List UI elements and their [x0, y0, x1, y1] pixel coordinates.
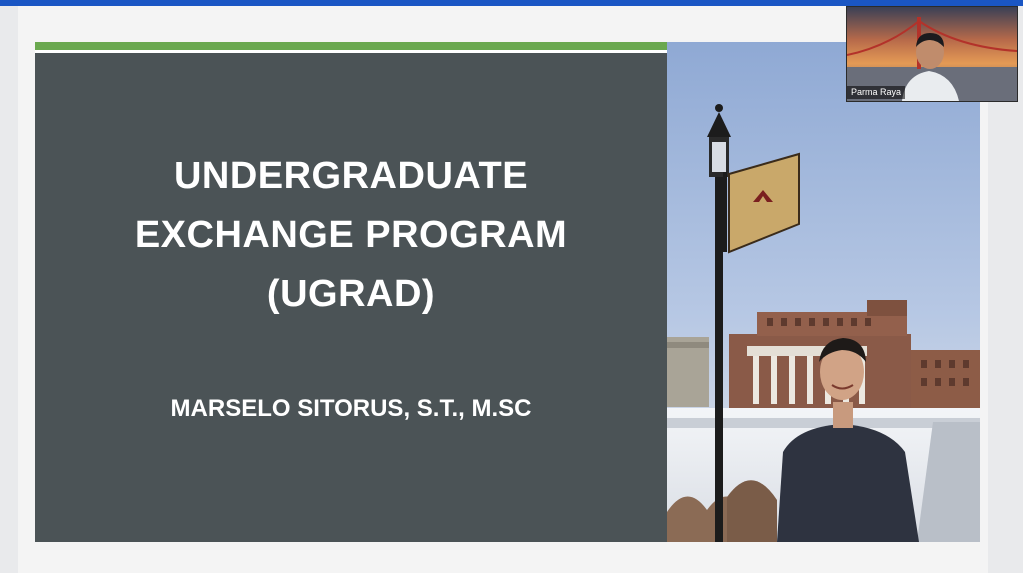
slide-accent-bar	[35, 42, 667, 50]
slide-title-line-2: EXCHANGE PROGRAM	[134, 214, 568, 256]
presentation-slide: UNDERGRADUATE EXCHANGE PROGRAM (UGRAD) M…	[35, 42, 980, 542]
slide-photo	[667, 42, 980, 542]
slide-title: UNDERGRADUATE EXCHANGE PROGRAM (UGRAD)	[35, 147, 667, 324]
presenter-name: MARSELO SITORUS, S.T., M.SC	[170, 395, 532, 422]
slide-title-line-3: (UGRAD)	[266, 273, 436, 315]
campus-photo-image	[667, 42, 980, 542]
slide-title-line-1: UNDERGRADUATE	[173, 155, 529, 197]
participant-name-label: Parma Raya	[847, 86, 906, 99]
participant-video-tile[interactable]: Parma Raya	[846, 6, 1018, 102]
